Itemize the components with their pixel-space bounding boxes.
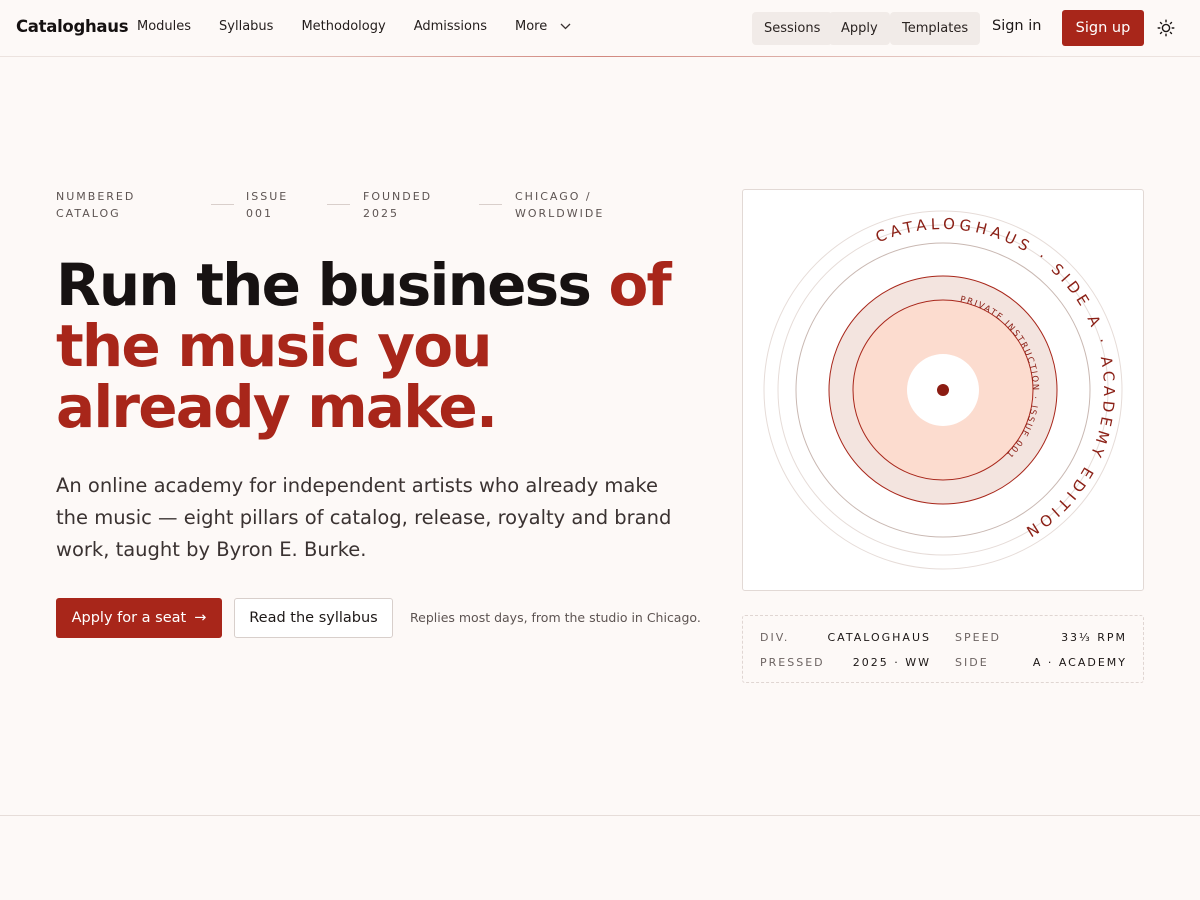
vinyl-record-illustration: CATALOGHAUS · SIDE A · ACADEMY EDITION P… (763, 210, 1123, 570)
chevron-down-icon (560, 23, 571, 30)
nav-more-label: More (515, 19, 548, 34)
spec-div-value: CATALOGHAUS (827, 631, 931, 644)
arrow-right-icon: → (194, 610, 207, 626)
pill-apply[interactable]: Apply (829, 12, 890, 45)
meta-divider (479, 204, 502, 205)
nav-accent-divider (150, 56, 1050, 57)
reply-note: Replies most days, from the studio in Ch… (410, 610, 701, 625)
read-syllabus-button[interactable]: Read the syllabus (234, 598, 393, 638)
nav-link-syllabus[interactable]: Syllabus (219, 19, 273, 34)
nav-link-methodology[interactable]: Methodology (301, 19, 385, 34)
meta-divider (327, 204, 350, 205)
syllabus-button-label: Read the syllabus (249, 610, 378, 626)
sign-up-button[interactable]: Sign up (1062, 10, 1144, 46)
apply-for-seat-button[interactable]: Apply for a seat → (56, 598, 222, 638)
nav-link-admissions[interactable]: Admissions (414, 19, 487, 34)
meta-founded: FOUNDED 2025 (363, 190, 433, 220)
headline-plain: Run the business (56, 251, 609, 319)
spec-pressed-value: 2025 · WW (852, 656, 931, 669)
apply-button-label: Apply for a seat (71, 610, 187, 626)
hero-headline: Run the business of the music you alread… (56, 255, 696, 438)
brand-logo[interactable]: Cataloghaus (16, 17, 129, 36)
top-navigation: Cataloghaus Modules Syllabus Methodology… (0, 0, 1200, 57)
nav-more-dropdown[interactable]: More (515, 19, 571, 34)
record-spindle-hole (937, 384, 949, 396)
pill-sessions[interactable]: Sessions (752, 12, 833, 45)
record-illustration-card: CATALOGHAUS · SIDE A · ACADEMY EDITION P… (742, 189, 1144, 591)
pill-templates[interactable]: Templates (890, 12, 981, 45)
spec-speed-label: SPEED (955, 631, 1001, 644)
record-spec-card: DIV. CATALOGHAUS SPEED 33⅓ RPM PRESSED 2… (742, 615, 1144, 683)
nav-link-modules[interactable]: Modules (137, 19, 191, 34)
spec-div-label: DIV. (760, 631, 790, 644)
spec-side-label: SIDE (955, 656, 989, 669)
meta-location: CHICAGO / WORLDWIDE (515, 190, 605, 220)
spec-pressed-label: PRESSED (760, 656, 825, 669)
spec-side-value: A · ACADEMY (1032, 656, 1127, 669)
primary-nav: Modules Syllabus Methodology Admissions … (137, 19, 599, 34)
meta-divider (211, 204, 234, 205)
sign-in-link[interactable]: Sign in (992, 18, 1041, 34)
meta-numbered-catalog: NUMBERED CATALOG (56, 190, 136, 220)
meta-issue: ISSUE 001 (246, 190, 289, 220)
spec-speed-value: 33⅓ RPM (1061, 631, 1127, 644)
hero-lede: An online academy for independent artist… (56, 474, 672, 561)
section-divider (0, 815, 1200, 816)
sun-icon[interactable] (1157, 19, 1175, 37)
